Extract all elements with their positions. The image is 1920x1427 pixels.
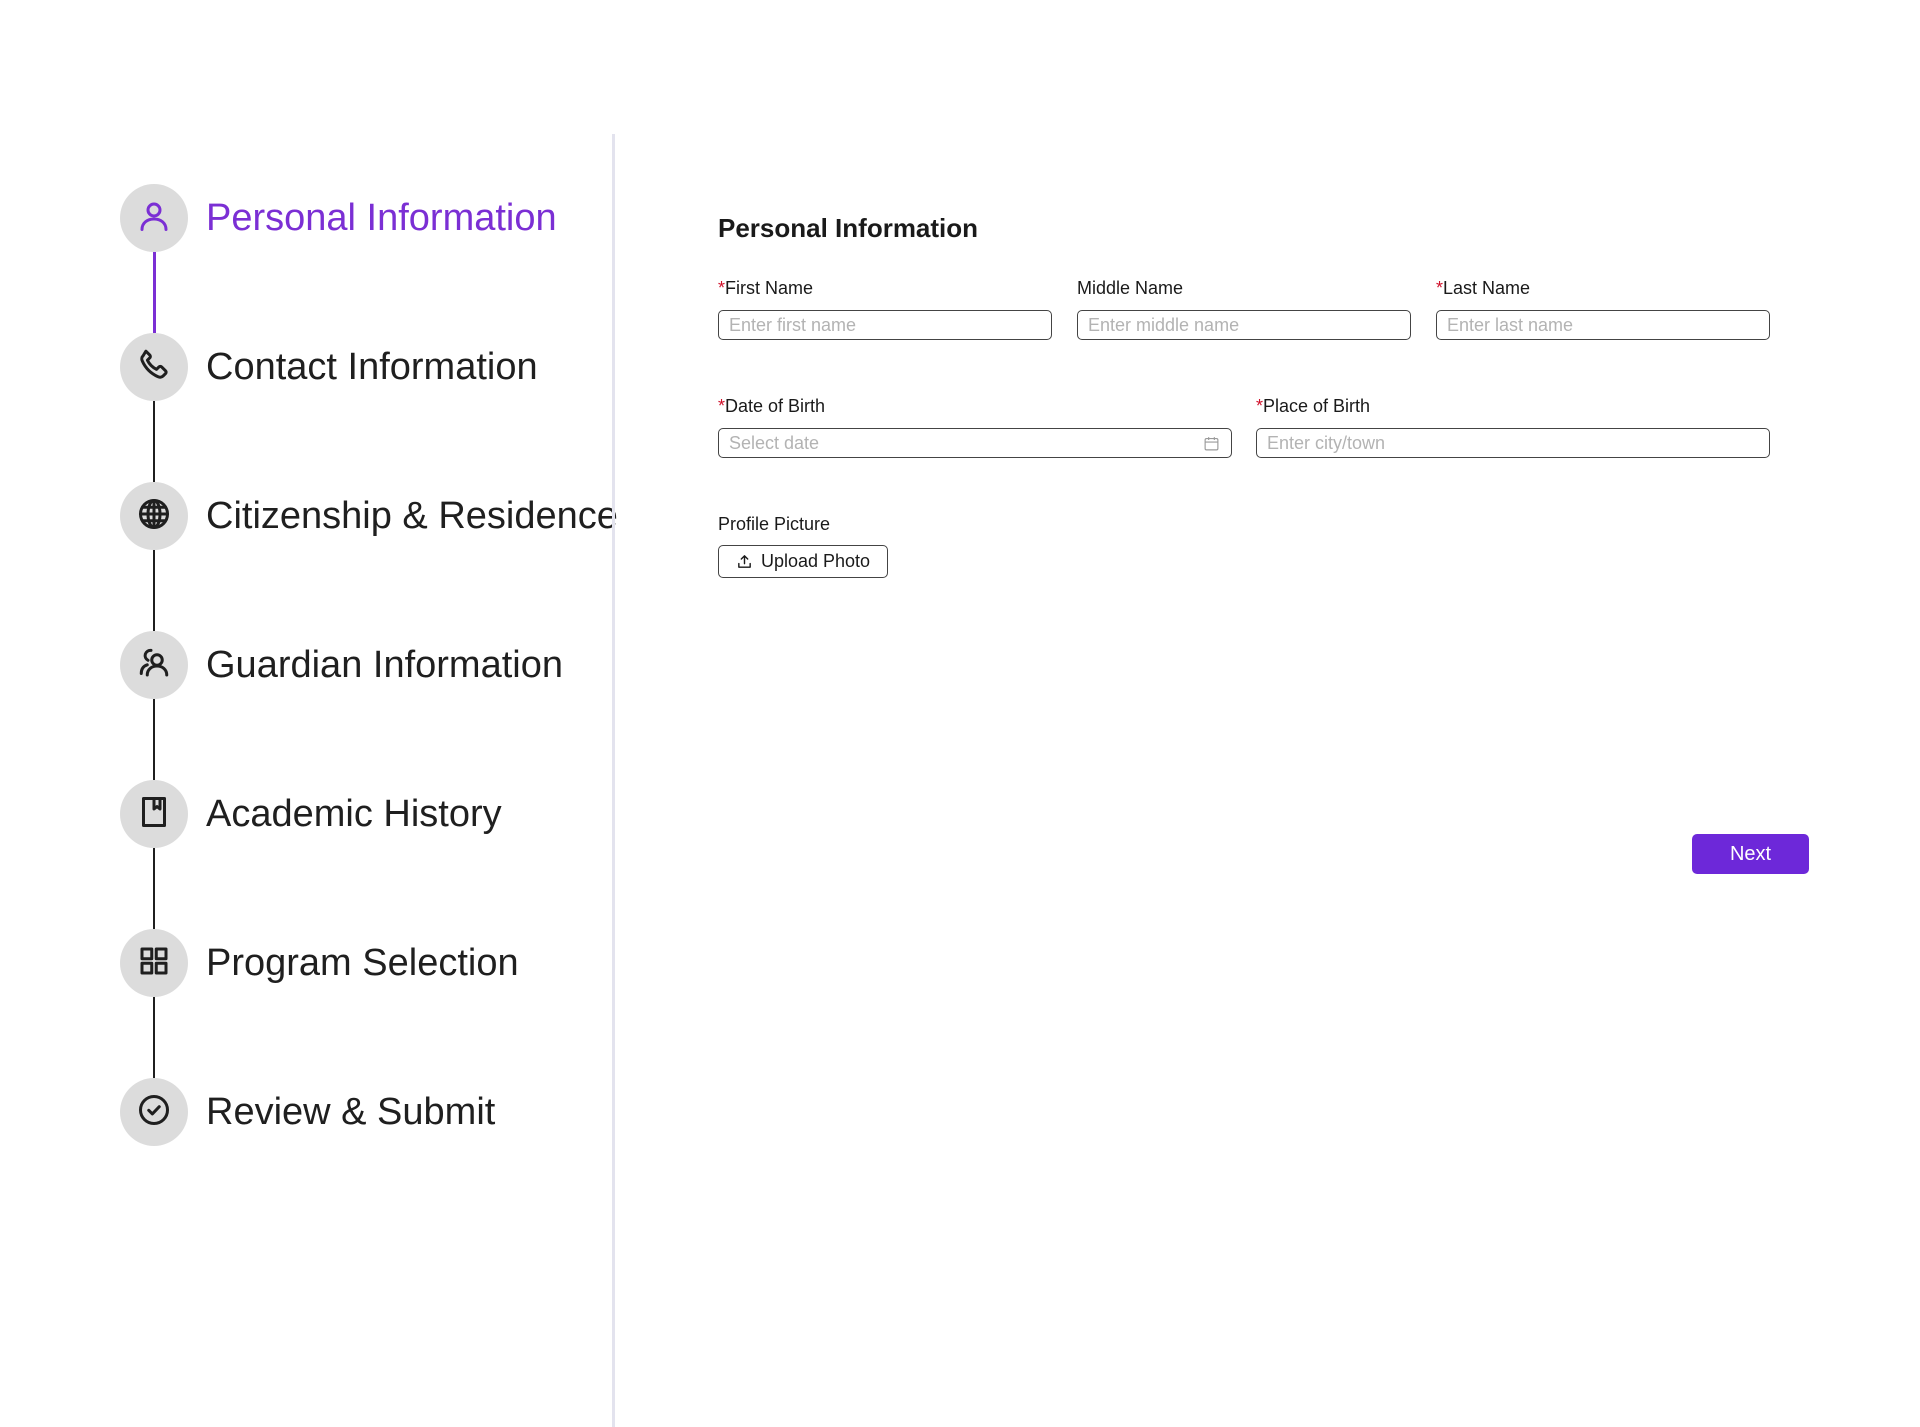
upload-icon xyxy=(736,553,761,570)
vertical-divider xyxy=(612,134,615,1427)
step-guardian-information[interactable]: Guardian Information xyxy=(120,631,563,699)
step-circle xyxy=(120,482,188,550)
first-name-field: *First Name xyxy=(718,277,1052,340)
step-circle xyxy=(120,780,188,848)
middle-name-input[interactable] xyxy=(1077,310,1411,340)
bookmark-book-icon xyxy=(136,794,172,835)
step-connector xyxy=(153,699,155,780)
place-of-birth-label: *Place of Birth xyxy=(1256,396,1371,416)
middle-name-field: Middle Name xyxy=(1077,277,1411,340)
step-circle xyxy=(120,631,188,699)
last-name-label: *Last Name xyxy=(1436,278,1531,298)
step-connector xyxy=(153,401,155,482)
first-name-label: *First Name xyxy=(718,278,814,298)
step-label: Academic History xyxy=(206,792,502,835)
step-label: Program Selection xyxy=(206,941,519,984)
step-program-selection[interactable]: Program Selection xyxy=(120,929,519,997)
step-label: Contact Information xyxy=(206,345,538,388)
step-connector xyxy=(153,550,155,631)
user-icon xyxy=(136,198,172,239)
place-of-birth-input[interactable] xyxy=(1256,428,1770,458)
check-circle-icon xyxy=(136,1092,172,1133)
step-label: Review & Submit xyxy=(206,1090,496,1133)
required-marker: * xyxy=(1256,396,1264,416)
required-marker: * xyxy=(718,396,726,416)
step-review-submit[interactable]: Review & Submit xyxy=(120,1078,495,1146)
date-of-birth-field: *Date of Birth xyxy=(718,395,1232,458)
users-icon xyxy=(136,645,172,686)
step-circle xyxy=(120,333,188,401)
middle-name-label: Middle Name xyxy=(1077,278,1184,298)
step-circle xyxy=(120,929,188,997)
step-connector xyxy=(153,848,155,929)
grid-icon xyxy=(136,943,172,984)
form-title: Personal Information xyxy=(718,213,979,243)
phone-icon xyxy=(136,347,172,388)
step-circle xyxy=(120,1078,188,1146)
globe-icon xyxy=(136,496,172,537)
calendar-icon[interactable] xyxy=(1203,435,1220,452)
last-name-field: *Last Name xyxy=(1436,277,1770,340)
next-button[interactable]: Next xyxy=(1692,834,1809,874)
step-contact-information[interactable]: Contact Information xyxy=(120,333,538,401)
step-personal-information[interactable]: Personal Information xyxy=(120,184,557,252)
profile-picture-label: Profile Picture xyxy=(718,514,831,534)
step-connector xyxy=(153,252,156,333)
step-citizenship-residence[interactable]: Citizenship & Residence xyxy=(120,482,618,550)
step-academic-history[interactable]: Academic History xyxy=(120,780,502,848)
step-label: Guardian Information xyxy=(206,643,563,686)
required-marker: * xyxy=(1436,278,1444,298)
step-circle xyxy=(120,184,188,252)
date-of-birth-input[interactable] xyxy=(718,428,1232,458)
date-of-birth-label: *Date of Birth xyxy=(718,396,826,416)
step-label: Personal Information xyxy=(206,196,557,239)
step-label: Citizenship & Residence xyxy=(206,494,618,537)
upload-photo-label: Upload Photo xyxy=(760,551,871,571)
first-name-input[interactable] xyxy=(718,310,1052,340)
profile-picture-field: Profile Picture xyxy=(718,513,1018,535)
upload-photo-button[interactable]: Upload Photo xyxy=(718,545,888,578)
last-name-input[interactable] xyxy=(1436,310,1770,340)
step-connector xyxy=(153,997,155,1078)
required-marker: * xyxy=(718,278,726,298)
place-of-birth-field: *Place of Birth xyxy=(1256,395,1770,458)
